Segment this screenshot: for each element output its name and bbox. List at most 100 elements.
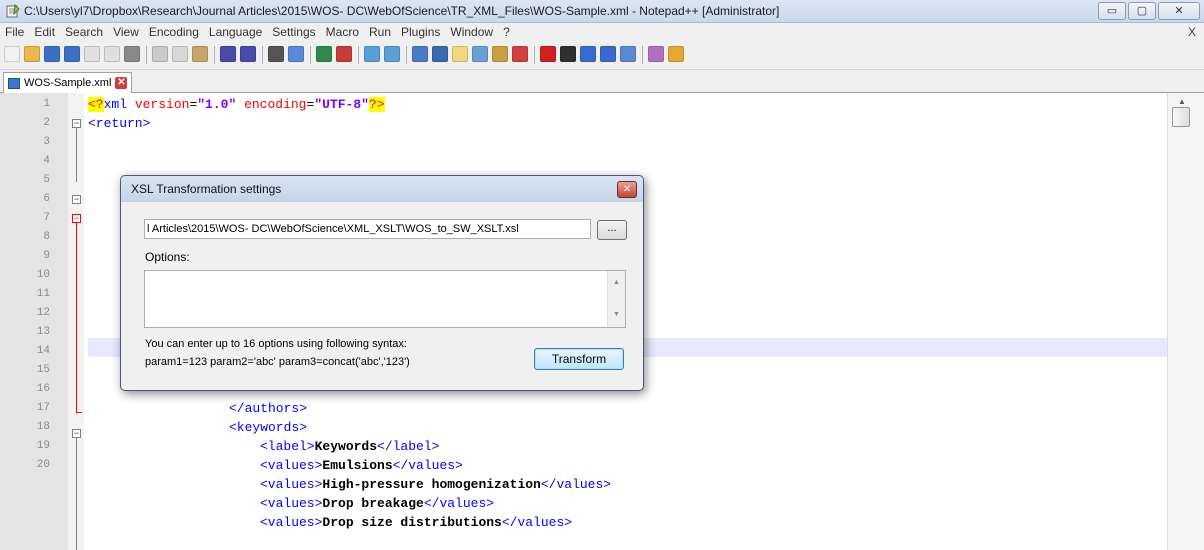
doc-map-icon[interactable] (492, 46, 508, 62)
sync-vertical-icon[interactable] (364, 46, 380, 62)
scroll-up-icon[interactable]: ▲ (613, 279, 620, 286)
xml-text: High-pressure homogenization (322, 477, 541, 492)
save-all-icon[interactable] (64, 46, 80, 62)
line-number: 5 (43, 174, 50, 186)
indent-guide-icon[interactable] (452, 46, 468, 62)
scroll-thumb[interactable] (1172, 107, 1190, 127)
fold-toggle-icon[interactable]: − (72, 429, 81, 438)
xml-tag: <keywords> (229, 420, 308, 435)
play-macro-icon[interactable] (580, 46, 596, 62)
zoom-in-icon[interactable] (316, 46, 332, 62)
replace-icon[interactable] (288, 46, 304, 62)
line-number: 17 (36, 402, 50, 414)
attr-name: encoding (244, 97, 307, 112)
code-line-16: <label>Keywords</label> (88, 437, 1168, 456)
toolbar-separator (146, 46, 147, 64)
xml-keyword: xml (103, 97, 135, 112)
code-line-15: <keywords> (88, 418, 1168, 437)
undo-icon[interactable] (220, 46, 236, 62)
toolbar-separator (310, 46, 311, 64)
menu-view[interactable]: View (108, 23, 144, 39)
toolbar-separator (406, 46, 407, 64)
options-scrollbar[interactable]: ▲ ▼ (607, 271, 625, 327)
menu-help[interactable]: ? (498, 23, 515, 39)
save-icon[interactable] (44, 46, 60, 62)
menu-macro[interactable]: Macro (321, 23, 364, 39)
redo-icon[interactable] (240, 46, 256, 62)
xsl-file-path-input[interactable]: l Articles\2015\WOS- DC\WebOfScience\XML… (144, 219, 591, 239)
find-icon[interactable] (268, 46, 284, 62)
tab-close-icon[interactable]: ✕ (115, 77, 128, 89)
attr-value: "UTF-8" (314, 97, 369, 112)
line-number: 3 (43, 136, 50, 148)
line-number: 18 (36, 421, 50, 433)
copy-icon[interactable] (172, 46, 188, 62)
fold-guide-end (76, 412, 82, 413)
show-all-chars-icon[interactable] (432, 46, 448, 62)
save-macro-icon[interactable] (620, 46, 636, 62)
menu-encoding[interactable]: Encoding (144, 23, 204, 39)
fold-toggle-icon[interactable]: − (72, 119, 81, 128)
scroll-down-icon[interactable]: ▼ (613, 311, 620, 318)
line-number: 15 (36, 364, 50, 376)
xml-tag: </label> (377, 439, 440, 454)
menu-language[interactable]: Language (204, 23, 267, 39)
menu-file[interactable]: File (0, 23, 29, 39)
sync-horizontal-icon[interactable] (384, 46, 400, 62)
line-number: 12 (36, 307, 50, 319)
line-number: 10 (36, 269, 50, 281)
open-file-icon[interactable] (24, 46, 40, 62)
pi-open: <? (88, 97, 104, 112)
toolbar-separator (534, 46, 535, 64)
menu-settings[interactable]: Settings (267, 23, 320, 39)
xml-tools-icon[interactable] (668, 46, 684, 62)
scroll-up-icon[interactable]: ▲ (1178, 97, 1186, 106)
xml-tag: <label> (260, 439, 315, 454)
options-textarea[interactable]: ▲ ▼ (144, 270, 626, 328)
line-number: 2 (43, 117, 50, 129)
transform-button[interactable]: Transform (534, 348, 624, 370)
vertical-scrollbar[interactable]: ▲ (1167, 93, 1204, 550)
fold-toggle-icon[interactable]: − (72, 195, 81, 204)
fold-toggle-icon[interactable]: − (72, 214, 81, 223)
code-line-18: <values>High-pressure homogenization</va… (88, 475, 1168, 494)
minimize-button[interactable]: ▭ (1098, 2, 1126, 20)
cut-icon[interactable] (152, 46, 168, 62)
print-icon[interactable] (124, 46, 140, 62)
line-number-gutter: 1 2 3 4 5 6 7 8 9 10 11 12 13 14 15 16 1… (0, 93, 68, 550)
close-window-button[interactable]: ✕ (1158, 2, 1200, 20)
menu-plugins[interactable]: Plugins (396, 23, 445, 39)
spell-check-icon[interactable] (648, 46, 664, 62)
play-multiple-icon[interactable] (600, 46, 616, 62)
menu-run[interactable]: Run (364, 23, 396, 39)
code-line-19: <values>Drop breakage</values> (88, 494, 1168, 513)
menu-window[interactable]: Window (445, 23, 498, 39)
tab-wos-sample[interactable]: WOS-Sample.xml ✕ (3, 72, 133, 93)
line-number: 8 (43, 231, 50, 243)
menu-search[interactable]: Search (60, 23, 108, 39)
dialog-title-bar[interactable]: XSL Transformation settings ✕ (121, 176, 643, 202)
paste-icon[interactable] (192, 46, 208, 62)
close-document-button[interactable]: X (1188, 25, 1196, 39)
close-all-icon[interactable] (104, 46, 120, 62)
close-file-icon[interactable] (84, 46, 100, 62)
new-file-icon[interactable] (4, 46, 20, 62)
maximize-button[interactable]: ▢ (1128, 2, 1156, 20)
record-macro-icon[interactable] (540, 46, 556, 62)
browse-button[interactable]: ... (597, 220, 627, 240)
fold-guide (76, 223, 77, 413)
fold-guide (76, 128, 77, 182)
line-number: 7 (43, 212, 50, 224)
function-list-icon[interactable] (512, 46, 528, 62)
user-lang-icon[interactable] (472, 46, 488, 62)
word-wrap-icon[interactable] (412, 46, 428, 62)
xml-tag: </authors> (229, 401, 308, 416)
zoom-out-icon[interactable] (336, 46, 352, 62)
xml-text: Emulsions (322, 458, 393, 473)
xml-tag: <values> (260, 496, 323, 511)
dialog-close-button[interactable]: ✕ (617, 181, 637, 198)
menu-edit[interactable]: Edit (29, 23, 60, 39)
stop-macro-icon[interactable] (560, 46, 576, 62)
options-label: Options: (145, 250, 190, 264)
